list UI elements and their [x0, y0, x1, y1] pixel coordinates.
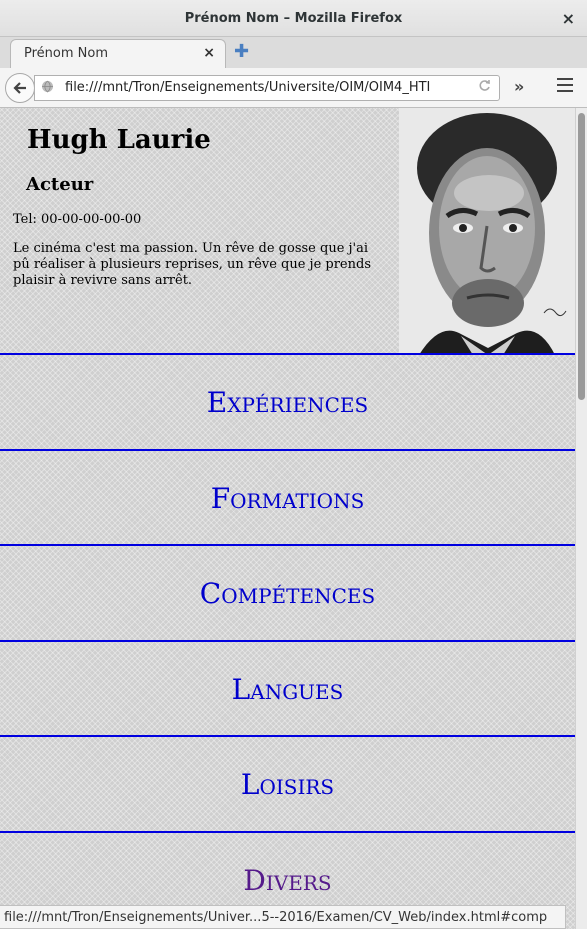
profile-header: Hugh Laurie Acteur Tel: 00-00-00-00-00 L…	[0, 108, 575, 355]
section-experiences[interactable]: Expériences	[0, 353, 575, 449]
globe-icon	[41, 80, 54, 97]
vertical-scrollbar[interactable]	[575, 108, 587, 929]
person-name: Hugh Laurie	[27, 125, 211, 155]
navigation-bar: file:///mnt/Tron/Enseignements/Universit…	[0, 68, 587, 108]
person-bio: Le cinéma c'est ma passion. Un rêve de g…	[13, 241, 371, 288]
window-title: Prénom Nom – Mozilla Firefox	[184, 10, 403, 26]
section-link-langues[interactable]: Langues	[232, 673, 344, 706]
person-tel: Tel: 00-00-00-00-00	[13, 212, 142, 227]
section-link-divers[interactable]: Divers	[243, 864, 331, 897]
status-bar-url: file:///mnt/Tron/Enseignements/Univer...…	[0, 905, 566, 929]
tab-strip: Prénom Nom ×	[0, 37, 587, 68]
section-link-formations[interactable]: Formations	[211, 482, 365, 515]
person-job: Acteur	[26, 174, 94, 195]
portrait-photo	[399, 108, 575, 355]
section-link-competences[interactable]: Compétences	[200, 577, 375, 610]
section-formations[interactable]: Formations	[0, 449, 575, 545]
section-loisirs[interactable]: Loisirs	[0, 735, 575, 831]
section-langues[interactable]: Langues	[0, 640, 575, 736]
back-arrow-icon	[13, 82, 26, 94]
overflow-chevron-icon[interactable]: »	[514, 77, 524, 96]
hamburger-menu-icon[interactable]	[557, 78, 573, 92]
scrollbar-thumb[interactable]	[578, 113, 585, 400]
window-close-icon[interactable]: ×	[562, 9, 575, 28]
url-text: file:///mnt/Tron/Enseignements/Universit…	[65, 80, 431, 95]
back-button[interactable]	[5, 73, 35, 103]
window-titlebar: Prénom Nom – Mozilla Firefox ×	[0, 0, 587, 37]
section-competences[interactable]: Compétences	[0, 544, 575, 640]
tab-label: Prénom Nom	[24, 46, 108, 61]
section-link-loisirs[interactable]: Loisirs	[241, 768, 334, 801]
section-link-experiences[interactable]: Expériences	[207, 386, 368, 419]
page-content: Hugh Laurie Acteur Tel: 00-00-00-00-00 L…	[0, 108, 575, 929]
tab-close-icon[interactable]: ×	[203, 45, 215, 61]
reload-icon[interactable]	[478, 79, 491, 96]
new-tab-icon[interactable]: ✚	[234, 41, 249, 62]
tab-prenom-nom[interactable]: Prénom Nom ×	[10, 39, 226, 68]
url-bar[interactable]: file:///mnt/Tron/Enseignements/Universit…	[34, 75, 500, 101]
